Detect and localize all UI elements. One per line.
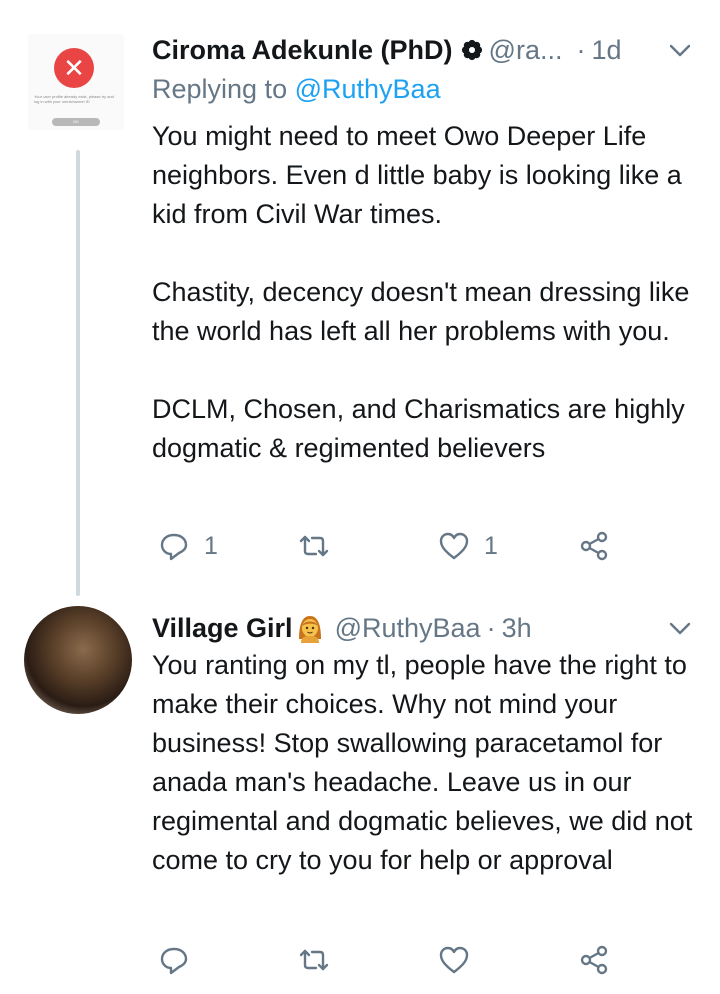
retweet-icon [299,535,329,557]
like-button[interactable]: 1 [438,526,498,566]
share-icon [580,531,608,561]
separator: · [576,34,586,65]
timestamp[interactable]: 3h [502,613,532,644]
thread-line [76,150,80,596]
handle[interactable]: @ra... [489,35,563,66]
tweet-paragraph: You ranting on my tl, people have the ri… [152,650,693,875]
handle[interactable]: @RuthyBaa [335,613,481,644]
like-button[interactable] [438,940,484,980]
separator: · [486,612,496,643]
reply-button[interactable]: 1 [158,526,218,566]
like-count: 1 [484,531,498,560]
chevron-down-icon[interactable] [666,614,694,642]
timestamp[interactable]: 1d [591,35,621,66]
retweet-button[interactable] [298,526,344,566]
tweet-paragraph: DCLM, Chosen, and Charismatics are highl… [152,394,685,463]
woman-emoji-icon [295,613,325,643]
tweet-actions [152,940,622,980]
avatar[interactable] [24,606,132,714]
reply-button[interactable] [158,940,204,980]
tweet-text: You ranting on my tl, people have the ri… [152,646,708,880]
tweet-header: Ciroma Adekunle (PhD) @ra... · 1d [152,30,622,70]
share-button[interactable] [578,526,610,566]
error-icon: ✕ [54,48,94,88]
flower-badge-icon [461,39,483,61]
replying-to: Replying to @RuthyBaa [152,74,441,105]
retweet-button[interactable] [298,940,344,980]
reply-icon [160,947,188,975]
heart-icon [439,532,469,560]
heart-icon [439,946,469,974]
tweet-paragraph: Chastity, decency doesn't mean dressing … [152,277,690,346]
tweet-paragraph: You might need to meet Owo Deeper Life n… [152,121,682,229]
reply-icon [160,533,188,561]
chevron-down-icon[interactable] [666,36,694,64]
tweet-actions: 1 1 [152,526,622,566]
reply-count: 1 [204,531,218,560]
tweet-header: Village Girl @RuthyBaa · 3h [152,608,532,648]
display-name[interactable]: Village Girl [152,613,293,644]
tweet-text: You might need to meet Owo Deeper Life n… [152,117,708,468]
avatar[interactable]: ✕ Your user profile already exist, pleas… [28,34,124,130]
share-icon [580,945,608,975]
display-name[interactable]: Ciroma Adekunle (PhD) [152,35,453,66]
replying-label: Replying to [152,74,288,104]
retweet-icon [299,949,329,971]
share-button[interactable] [578,940,610,980]
mention-link[interactable]: @RuthyBaa [295,74,441,104]
avatar-dialog-button: OK [52,118,100,126]
avatar-dialog-message: Your user profile already exist, please … [34,94,114,104]
